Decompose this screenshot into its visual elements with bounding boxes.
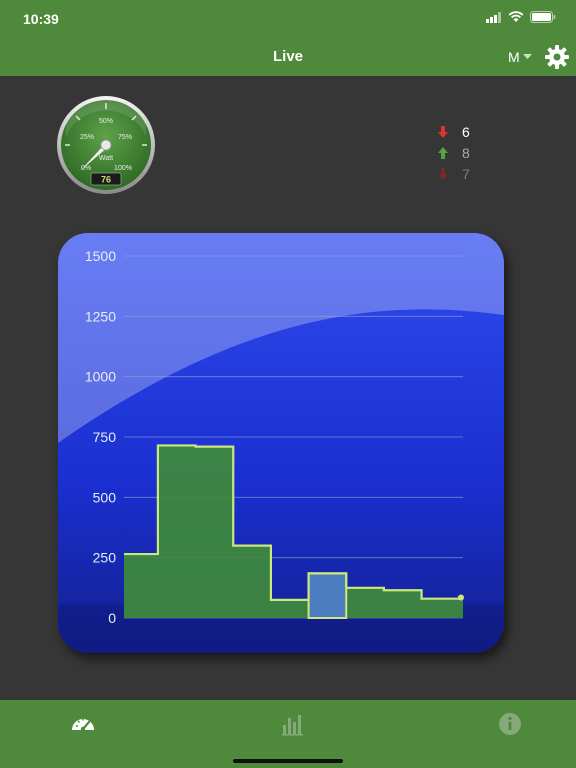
y-tick-label: 1000 — [85, 369, 116, 385]
highlighted-step-bar[interactable] — [308, 573, 347, 618]
step-bar[interactable] — [196, 447, 234, 618]
legend-item-down-dim: 7 — [436, 163, 470, 184]
step-bar[interactable] — [158, 445, 196, 618]
step-bar[interactable] — [346, 588, 384, 618]
home-indicator — [233, 759, 343, 763]
status-time: 10:39 — [23, 11, 59, 27]
tab-bar — [0, 700, 576, 768]
info-icon[interactable] — [497, 711, 523, 737]
gear-icon[interactable] — [544, 44, 570, 70]
consumption-legend: 6 8 7 — [436, 121, 470, 184]
arrow-up-icon — [438, 146, 448, 159]
y-tick-label: 500 — [93, 489, 117, 505]
latest-point — [458, 594, 464, 601]
gauge-label-50: 50% — [99, 118, 113, 125]
power-chart: 025050075010001250150010:3010:3210:3410:… — [58, 233, 504, 653]
gauge-label-100: 100% — [114, 165, 132, 172]
legend-item-down: 6 — [436, 121, 470, 142]
gauge-readout: 76 — [101, 175, 111, 185]
y-tick-label: 0 — [108, 610, 116, 626]
wifi-icon — [508, 11, 524, 22]
step-bar[interactable] — [459, 597, 463, 618]
arrow-down-icon — [438, 125, 448, 138]
legend-value: 6 — [462, 123, 470, 140]
power-gauge: 50% 25% 75% 0% 100% Watt 76 — [57, 95, 155, 194]
legend-value: 8 — [462, 144, 470, 161]
gauge-unit: Watt — [99, 155, 113, 162]
y-tick-label: 1500 — [85, 248, 116, 264]
step-bar[interactable] — [271, 600, 309, 618]
power-chart-card[interactable]: 025050075010001250150010:3010:3210:3410:… — [58, 233, 504, 653]
chevron-down-icon — [522, 54, 532, 59]
gauge-label-25: 25% — [80, 134, 94, 141]
step-bar[interactable] — [124, 554, 158, 618]
top-bar: 10:39 Live M — [0, 0, 576, 76]
mode-label: M — [508, 49, 520, 65]
step-bar[interactable] — [384, 590, 422, 618]
y-tick-label: 250 — [93, 550, 117, 566]
arrow-down-icon — [438, 167, 448, 180]
gauge-label-75: 75% — [118, 134, 132, 141]
speedometer-icon[interactable] — [70, 711, 96, 737]
step-bar[interactable] — [233, 546, 271, 618]
legend-value: 7 — [462, 165, 470, 182]
y-tick-label: 750 — [93, 429, 117, 445]
legend-item-up: 8 — [436, 142, 470, 163]
bar-chart-icon[interactable] — [280, 711, 306, 737]
step-bar[interactable] — [422, 599, 460, 618]
page-title: Live — [272, 48, 303, 65]
status-icons — [486, 11, 556, 23]
mode-selector[interactable]: M — [508, 49, 532, 65]
battery-icon — [530, 11, 556, 23]
signal-icon — [486, 11, 501, 23]
y-tick-label: 1250 — [85, 308, 116, 324]
